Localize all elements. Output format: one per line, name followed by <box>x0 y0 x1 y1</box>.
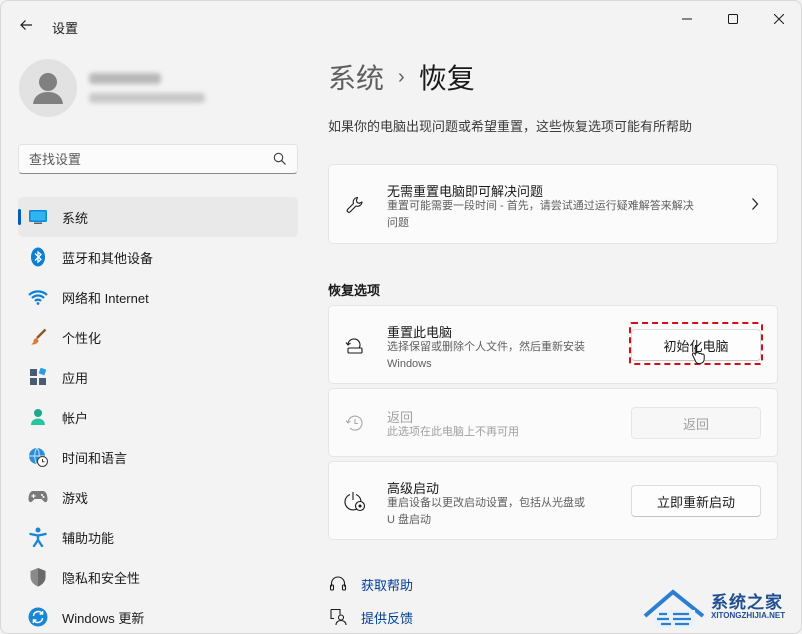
sidebar-item-system[interactable]: 系统 <box>18 197 298 237</box>
sidebar-item-label: 个性化 <box>62 330 102 346</box>
sidebar-item-time-language[interactable]: 时间和语言 <box>18 437 298 477</box>
update-icon <box>28 607 48 627</box>
sidebar-item-bluetooth[interactable]: 蓝牙和其他设备 <box>18 237 298 277</box>
power-gear-icon <box>344 490 366 512</box>
go-back-button[interactable]: 返回 <box>631 407 761 439</box>
sidebar-item-accounts[interactable]: 帐户 <box>18 397 298 437</box>
sidebar-item-network[interactable]: 网络和 Internet <box>18 277 298 317</box>
gamepad-icon <box>28 487 48 507</box>
breadcrumb: 系统 › 恢复 <box>328 59 475 95</box>
sidebar-item-label: Windows 更新 <box>62 610 145 626</box>
title-bar: 设置 <box>1 1 801 49</box>
page-description: 如果你的电脑出现问题或希望重置，这些恢复选项可能有所帮助 <box>328 119 693 134</box>
sidebar-item-label: 蓝牙和其他设备 <box>62 250 154 266</box>
shield-icon <box>28 567 48 587</box>
minimize-button[interactable] <box>665 7 709 31</box>
sidebar-item-privacy[interactable]: 隐私和安全性 <box>18 557 298 597</box>
get-help-label: 获取帮助 <box>361 577 414 593</box>
feedback-icon <box>328 607 348 627</box>
app-title: 设置 <box>52 21 79 36</box>
sidebar-item-label: 游戏 <box>62 490 89 506</box>
sidebar-item-label: 辅助功能 <box>62 530 115 546</box>
sidebar-nav: 系统 蓝牙和其他设备 网络和 Internet 个性化 应用 帐户 时间和语言 … <box>18 197 298 633</box>
card-subtitle: 此选项在此电脑上不再可用 <box>387 426 519 438</box>
apps-icon <box>28 367 48 387</box>
maximize-icon <box>728 14 738 24</box>
sidebar-item-label: 隐私和安全性 <box>62 570 141 586</box>
history-icon <box>344 412 366 434</box>
settings-search-box <box>18 144 298 174</box>
give-feedback-label: 提供反馈 <box>361 610 414 626</box>
restart-now-button[interactable]: 立即重新启动 <box>631 485 761 517</box>
watermark-subtext: XITONGZHIJIA.NET <box>711 611 786 620</box>
watermark-house-logo <box>643 589 705 628</box>
reset-pc-icon <box>344 334 366 356</box>
advanced-startup-card: 高级启动 重启设备以更改启动设置，包括从光盘或 U 盘启动 立即重新启动 <box>328 461 778 540</box>
back-button[interactable] <box>15 14 37 36</box>
sidebar-item-label: 帐户 <box>62 410 89 426</box>
card-subtitle: 重置可能需要一段时间 - 首先，请尝试通过运行疑难解答来解决 <box>387 200 694 212</box>
search-input[interactable] <box>29 150 269 168</box>
breadcrumb-separator: › <box>398 65 405 88</box>
wifi-icon <box>28 287 48 307</box>
sidebar-item-label: 应用 <box>62 370 89 386</box>
sidebar-item-label: 时间和语言 <box>62 450 128 466</box>
search-icon <box>273 152 286 165</box>
close-button[interactable] <box>757 7 801 31</box>
globe-clock-icon <box>28 447 48 467</box>
redacted-user-name <box>89 73 161 84</box>
brush-icon <box>28 327 48 347</box>
avatar <box>19 59 77 117</box>
close-icon <box>774 14 784 24</box>
account-icon <box>28 407 48 427</box>
chevron-right-icon <box>751 197 759 216</box>
sidebar-item-gaming[interactable]: 游戏 <box>18 477 298 517</box>
accessibility-icon <box>28 527 48 547</box>
card-subtitle: Windows <box>387 358 432 370</box>
hand-cursor-icon <box>691 345 705 364</box>
minimize-icon <box>682 18 692 20</box>
maximize-button[interactable] <box>711 7 755 31</box>
breadcrumb-parent[interactable]: 系统 <box>328 57 384 97</box>
bluetooth-icon <box>28 247 48 267</box>
back-arrow-icon <box>20 20 32 30</box>
sidebar-item-label: 系统 <box>62 210 89 226</box>
page-title: 恢复 <box>418 63 475 94</box>
wrench-icon <box>344 194 366 216</box>
go-back-card: 返回 此选项在此电脑上不再可用 返回 <box>328 388 778 457</box>
settings-window: 设置 系 <box>0 0 802 634</box>
watermark-text: 系统之家 <box>711 593 783 612</box>
sidebar-item-accessibility[interactable]: 辅助功能 <box>18 517 298 557</box>
card-subtitle: 问题 <box>387 217 409 229</box>
redacted-user-email <box>89 93 205 103</box>
recovery-options-heading: 恢复选项 <box>328 283 381 298</box>
card-subtitle: 重启设备以更改启动设置，包括从光盘或 <box>387 497 585 509</box>
get-help-link[interactable]: 获取帮助 <box>328 573 413 595</box>
troubleshoot-card[interactable]: 无需重置电脑即可解决问题 重置可能需要一段时间 - 首先，请尝试通过运行疑难解答… <box>328 164 778 244</box>
give-feedback-link[interactable]: 提供反馈 <box>328 606 413 628</box>
system-icon <box>28 207 48 227</box>
card-subtitle: U 盘启动 <box>387 514 431 526</box>
sidebar-item-apps[interactable]: 应用 <box>18 357 298 397</box>
sidebar-item-personalization[interactable]: 个性化 <box>18 317 298 357</box>
sidebar-item-windows-update[interactable]: Windows 更新 <box>18 597 298 633</box>
card-subtitle: 选择保留或删除个人文件，然后重新安装 <box>387 341 585 353</box>
sidebar-item-label: 网络和 Internet <box>62 290 149 306</box>
user-icon <box>33 73 63 104</box>
help-icon <box>328 574 348 594</box>
site-watermark: 系统之家 XITONGZHIJIA.NET <box>641 584 799 632</box>
